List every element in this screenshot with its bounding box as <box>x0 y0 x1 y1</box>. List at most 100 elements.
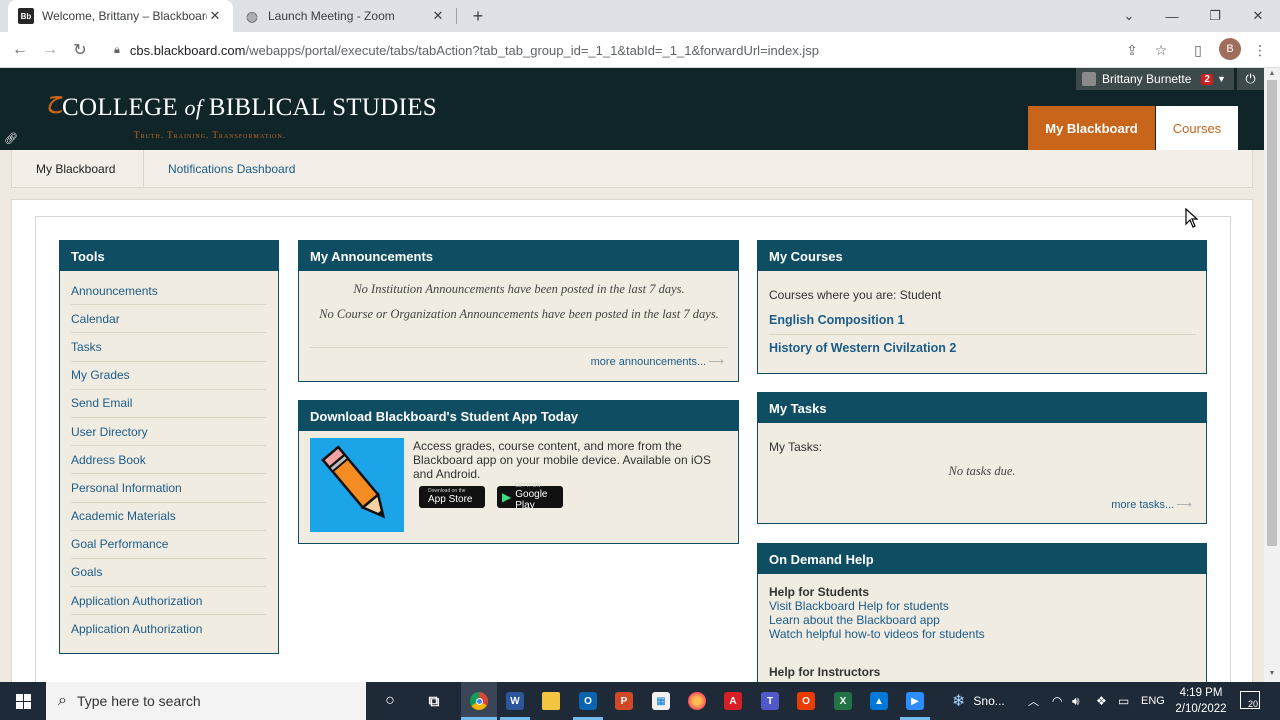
browser-tab-blackboard[interactable]: Bb Welcome, Brittany – Blackboard ✕ <box>8 0 233 32</box>
excel-icon[interactable]: X <box>828 687 858 715</box>
tool-link[interactable]: Academic Materials <box>71 509 176 523</box>
tab-title: Launch Meeting - Zoom <box>268 9 395 23</box>
tool-link[interactable]: Announcements <box>71 284 158 298</box>
tools-list-item: My Grades <box>71 362 267 390</box>
more-announcements-link[interactable]: more announcements... ⟶ <box>591 355 724 368</box>
weather-widget[interactable]: ❄ Sno... <box>952 682 1005 720</box>
tool-link[interactable]: Personal Information <box>71 481 182 495</box>
windows-taskbar: ⌕ Type here to search ○ ⧉ W O P ▦ A T O … <box>0 682 1280 720</box>
chrome-icon[interactable] <box>464 687 494 715</box>
outlook-icon[interactable]: O <box>573 687 603 715</box>
help-link[interactable]: Watch helpful how-to videos for students <box>769 627 985 641</box>
dropbox-icon[interactable]: ❖ <box>1096 682 1107 720</box>
bookmark-star-icon[interactable]: ☆ <box>1151 40 1171 60</box>
google-play-button[interactable]: ▶ GET IT ON Google Play <box>497 483 563 511</box>
action-center-icon[interactable]: 20 <box>1240 691 1260 709</box>
close-window-button[interactable]: ✕ <box>1236 0 1280 32</box>
back-arrow-icon[interactable]: ← <box>8 38 32 62</box>
logo-mark-icon: ح <box>46 84 63 113</box>
browser-menu-icon[interactable]: ⋮ <box>1250 40 1270 60</box>
user-menu[interactable]: Brittany Burnette 2 ▼ <box>1076 68 1234 90</box>
teams-icon[interactable]: T <box>755 687 785 715</box>
tool-link[interactable]: Address Book <box>71 453 146 467</box>
network-icon[interactable]: ◠ <box>1052 682 1062 720</box>
user-name: Brittany Burnette <box>1102 72 1192 86</box>
start-button[interactable] <box>0 682 46 720</box>
tool-link[interactable]: Tasks <box>71 340 102 354</box>
new-tab-button[interactable]: + <box>468 6 488 26</box>
help-link[interactable]: Visit Blackboard Help for students <box>769 599 949 613</box>
show-hidden-icons-chevron-icon[interactable]: ︿ <box>1028 682 1039 720</box>
clock[interactable]: 4:19 PM 2/10/2022 <box>1170 685 1232 717</box>
tools-list-item: User Directory <box>71 418 267 447</box>
browser-tab-bar: Bb Welcome, Brittany – Blackboard ✕ ◍ La… <box>0 0 1280 32</box>
tool-link[interactable]: My Grades <box>71 368 130 382</box>
tools-list-item: Goal Performance <box>71 531 267 559</box>
course-link[interactable]: English Composition 1 <box>769 313 904 327</box>
scroll-down-arrow-icon[interactable]: ▼ <box>1264 668 1280 680</box>
reload-icon[interactable]: ↻ <box>68 38 92 62</box>
announcements-module: My Announcements No Institution Announce… <box>298 240 739 382</box>
powerpoint-icon[interactable]: P <box>609 687 639 715</box>
tool-link[interactable]: Send Email <box>71 396 132 410</box>
acrobat-icon[interactable]: A <box>718 687 748 715</box>
globe-icon: ◍ <box>245 7 259 24</box>
tool-link[interactable]: Goals <box>71 565 102 579</box>
maximize-button[interactable]: ❐ <box>1193 0 1237 32</box>
cortana-icon[interactable]: ○ <box>375 687 405 715</box>
close-tab-icon[interactable]: ✕ <box>207 8 223 24</box>
tool-link[interactable]: Goal Performance <box>71 537 168 551</box>
photos-icon[interactable]: ▲ <box>864 687 894 715</box>
side-panel-icon[interactable]: ▯ <box>1188 40 1208 60</box>
tool-link[interactable]: Application Authorization <box>71 594 202 608</box>
weather-text: Sno... <box>973 694 1005 708</box>
link-icon[interactable]: 🔗︎ <box>4 132 18 145</box>
close-tab-icon[interactable]: ✕ <box>430 8 446 24</box>
store-icon[interactable]: ▦ <box>646 687 676 715</box>
module-title: On Demand Help <box>758 544 1206 574</box>
subnav-notifications-dashboard[interactable]: Notifications Dashboard <box>168 150 295 187</box>
tool-link[interactable]: Calendar <box>71 312 120 326</box>
file-explorer-icon[interactable] <box>536 687 566 715</box>
logout-power-icon[interactable]: ⏻ <box>1236 68 1264 90</box>
scroll-thumb[interactable] <box>1267 80 1277 546</box>
word-icon[interactable]: W <box>500 687 530 715</box>
url-field[interactable]: 🔒︎ cbs.blackboard.com/webapps/portal/exe… <box>104 36 1184 64</box>
arrow-right-icon: ⟶ <box>1176 499 1192 511</box>
tool-link[interactable]: User Directory <box>71 425 148 439</box>
input-language[interactable]: ENG <box>1141 682 1165 720</box>
course-link[interactable]: History of Western Civilzation 2 <box>769 341 956 355</box>
college-logo[interactable]: COLLEGE of BIBLICAL STUDIES <box>62 94 437 122</box>
share-icon[interactable]: ⇪ <box>1122 40 1142 60</box>
scroll-up-arrow-icon[interactable]: ▲ <box>1264 68 1280 80</box>
tab-my-blackboard[interactable]: My Blackboard <box>1028 106 1155 150</box>
module-title: My Tasks <box>758 393 1206 423</box>
help-link[interactable]: Learn about the Blackboard app <box>769 613 940 627</box>
profile-avatar[interactable]: B <box>1219 38 1241 60</box>
office-icon[interactable]: O <box>791 687 821 715</box>
subnav-my-blackboard[interactable]: My Blackboard <box>12 150 144 187</box>
browser-tab-zoom[interactable]: ◍ Launch Meeting - Zoom ✕ <box>234 0 456 32</box>
firefox-icon[interactable] <box>682 687 712 715</box>
google-play-label: Google Play <box>515 488 548 511</box>
blackboard-favicon-icon: Bb <box>18 8 34 24</box>
tab-search-chevron-icon[interactable]: ⌄ <box>1107 0 1151 32</box>
tab-courses[interactable]: Courses <box>1156 106 1238 150</box>
notification-badge: 2 <box>1201 73 1213 85</box>
volume-icon[interactable]: 🔊︎ <box>1072 682 1080 720</box>
app-store-button[interactable]: Download on the App Store <box>419 486 485 508</box>
url-path: /webapps/portal/execute/tabs/tabAction?t… <box>245 42 819 58</box>
taskbar-search-input[interactable]: ⌕ Type here to search <box>46 682 366 720</box>
tab-title: Welcome, Brittany – Blackboard <box>42 9 207 23</box>
page-scrollbar[interactable]: ▲ ▼ <box>1264 68 1280 682</box>
minimize-button[interactable]: — <box>1150 0 1194 32</box>
play-triangle-icon: ▶ <box>502 490 512 504</box>
pencil-app-icon <box>310 438 404 532</box>
snowflake-icon: ❄ <box>952 693 966 710</box>
zoom-icon[interactable]: ▶ <box>900 687 930 715</box>
forward-arrow-icon[interactable]: → <box>38 38 62 62</box>
more-tasks-link[interactable]: more tasks... ⟶ <box>1111 498 1192 511</box>
tool-link[interactable]: Application Authorization <box>71 622 202 636</box>
battery-icon[interactable]: ▭ <box>1118 682 1129 720</box>
task-view-icon[interactable]: ⧉ <box>419 687 449 715</box>
